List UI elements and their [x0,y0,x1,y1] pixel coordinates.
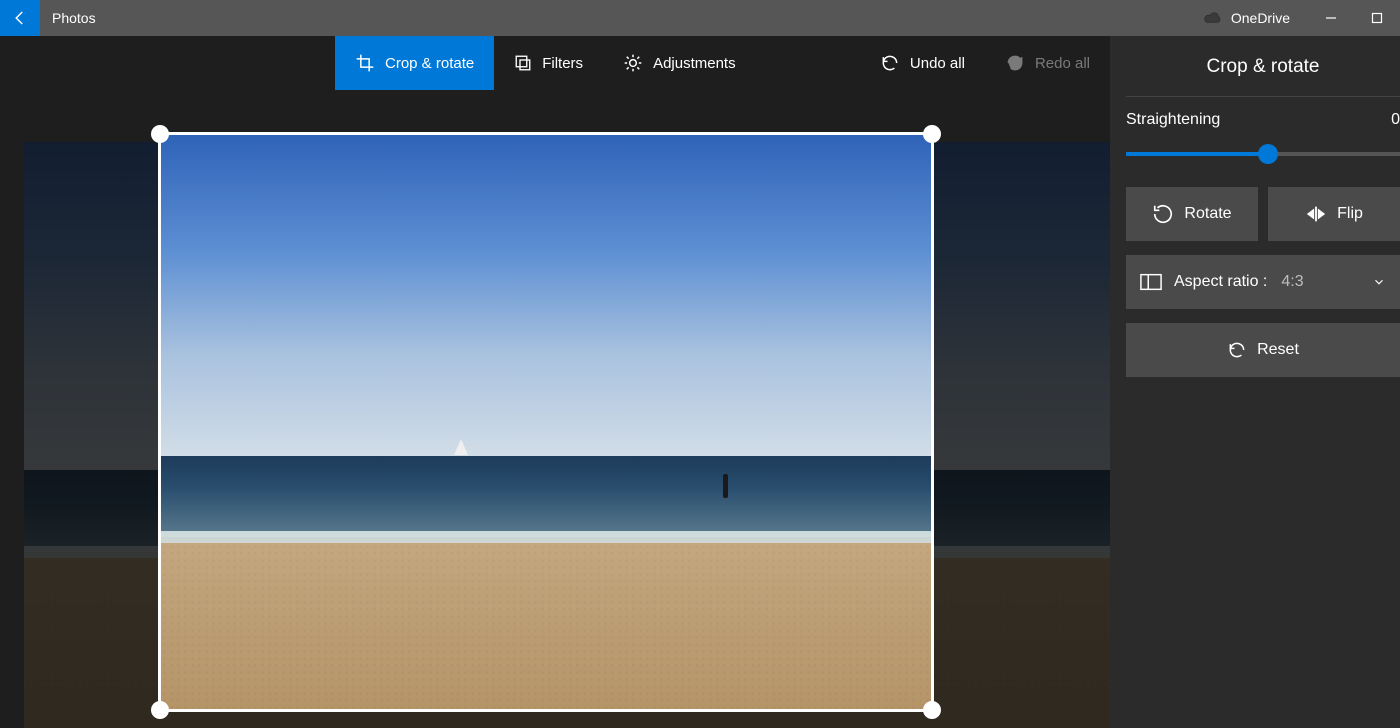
editor-pane: Crop & rotate Filters [0,36,1110,728]
undo-icon [880,53,900,73]
app-title: Photos [40,0,108,36]
crop-icon [355,53,375,73]
aspect-label: Aspect ratio : [1174,273,1267,291]
tab-adjustments[interactable]: Adjustments [603,36,756,90]
adjustments-icon [623,53,643,73]
crop-handle-bottom-right[interactable] [923,701,941,719]
redo-label: Redo all [1035,55,1090,72]
reset-label: Reset [1257,341,1299,359]
straightening-value: 0 [1391,111,1400,129]
straightening-label: Straightening [1126,111,1220,129]
tab-filters[interactable]: Filters [494,36,603,90]
properties-panel: Crop & rotate Straightening 0 Rotate [1110,36,1400,728]
reset-icon [1227,340,1247,360]
minimize-button[interactable] [1308,0,1354,36]
crop-rectangle[interactable] [158,132,934,712]
tab-filters-label: Filters [542,55,583,72]
undo-label: Undo all [910,55,965,72]
onedrive-label: OneDrive [1231,10,1290,26]
undo-all-button[interactable]: Undo all [860,36,985,90]
edit-toolbar: Crop & rotate Filters [0,36,1110,90]
redo-all-button: Redo all [985,36,1110,90]
crop-handle-top-right[interactable] [923,125,941,143]
crop-handle-bottom-left[interactable] [151,701,169,719]
rotate-label: Rotate [1184,205,1231,223]
panel-title: Crop & rotate [1126,52,1400,96]
rotate-button[interactable]: Rotate [1126,187,1258,241]
back-button[interactable] [0,0,40,36]
crop-handle-top-left[interactable] [151,125,169,143]
aspect-ratio-dropdown[interactable]: Aspect ratio : 4:3 [1126,255,1400,309]
onedrive-status[interactable]: OneDrive [1185,0,1308,36]
maximize-button[interactable] [1354,0,1400,36]
tab-crop-rotate[interactable]: Crop & rotate [335,36,494,90]
titlebar: Photos OneDrive [0,0,1400,36]
redo-icon [1005,53,1025,73]
flip-button[interactable]: Flip [1268,187,1400,241]
canvas[interactable] [0,90,1110,728]
tab-adjustments-label: Adjustments [653,55,736,72]
tab-crop-label: Crop & rotate [385,55,474,72]
aspect-value: 4:3 [1281,273,1303,291]
straightening-slider[interactable] [1126,141,1400,167]
cloud-icon [1203,11,1223,25]
chevron-down-icon [1372,275,1386,289]
flip-label: Flip [1337,205,1363,223]
reset-button[interactable]: Reset [1126,323,1400,377]
flip-icon [1305,205,1327,223]
aspect-icon [1140,273,1162,291]
filters-icon [514,54,532,72]
rotate-icon [1152,203,1174,225]
